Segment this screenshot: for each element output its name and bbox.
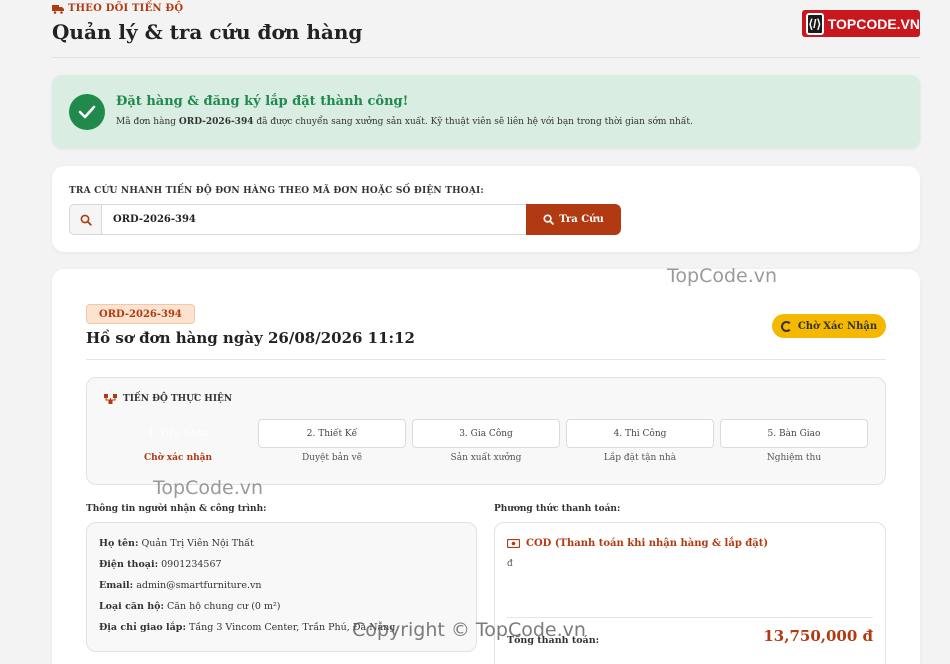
search-card: TRA CỨU NHANH TIẾN ĐỘ ĐƠN HÀNG THEO MÃ Đ… (52, 166, 920, 252)
status-badge: Chờ Xác Nhận (772, 314, 886, 338)
progress-box: TIẾN ĐỘ THỰC HIỆN 1. Tiếp Nhận 2. Thiết … (86, 377, 886, 485)
info-row-email: Email: admin@smartfurniture.vn (99, 580, 262, 591)
tasks-icon (104, 394, 117, 404)
step-1: 1. Tiếp Nhận (148, 428, 208, 439)
step-1-sub: Chờ xác nhận (143, 453, 213, 463)
page-header: THEO DÕI TIẾN ĐỘ Quản lý & tra cứu đơn h… (52, 0, 920, 58)
step-3-sub: Sản xuất xưởng (450, 453, 522, 463)
customer-info-box: Họ tên: Quản Trị Viên Nội Thất Điện thoạ… (86, 522, 477, 652)
page-title: Quản lý & tra cứu đơn hàng (52, 20, 363, 44)
alert-title: Đặt hàng & đăng ký lắp đặt thành công! (116, 94, 409, 109)
divider (86, 359, 886, 360)
search-label: TRA CỨU NHANH TIẾN ĐỘ ĐƠN HÀNG THEO MÃ Đ… (69, 186, 484, 196)
step-2-sub: Duyệt bản vẽ (301, 453, 363, 463)
search-button-icon (543, 214, 555, 225)
spinner-icon (780, 320, 792, 332)
total-label: Tổng thanh toán: (507, 635, 600, 646)
status-text: Chờ Xác Nhận (797, 320, 878, 332)
payment-box: COD (Thanh toán khi nhận hàng & lắp đặt)… (494, 522, 886, 664)
progress-title-text: TIẾN ĐỘ THỰC HIỆN (123, 394, 233, 404)
customer-section-label: Thông tin người nhận & công trình: (86, 504, 267, 514)
step-5-sub: Nghiệm thu (766, 453, 822, 463)
truck-icon (52, 4, 64, 14)
search-input[interactable] (101, 204, 527, 235)
info-row-phone: Điện thoại: 0901234567 (99, 559, 222, 570)
payment-method-text: COD (Thanh toán khi nhận hàng & lắp đặt) (526, 538, 769, 549)
info-row-address: Địa chỉ giao lắp: Tầng 3 Vincom Center, … (99, 622, 396, 633)
payment-note: đ (507, 559, 513, 569)
alert-msg-prefix: Mã đơn hàng (116, 117, 176, 127)
payment-divider (507, 617, 873, 618)
order-code-badge: ORD-2026-394 (86, 304, 195, 324)
step-4-sub: Lắp đặt tận nhà (603, 453, 677, 463)
search-button[interactable]: Tra Cứu (526, 204, 621, 235)
eyebrow: THEO DÕI TIẾN ĐỘ (52, 3, 183, 14)
info-row-type: Loại căn hộ: Căn hộ chung cư (0 m²) (99, 601, 281, 612)
topcode-logo[interactable]: ⟨/⟩ TOPCODE.VN (802, 10, 920, 37)
logo-text: TOPCODE.VN (827, 15, 920, 32)
payment-section-label: Phương thức thanh toán: (494, 504, 621, 514)
money-bill-icon (507, 539, 520, 548)
step-5: 5. Bàn Giao (720, 419, 868, 448)
alert-message: Mã đơn hàng ORD-2026-394 đã được chuyển … (116, 117, 693, 127)
step-4: 4. Thi Công (566, 419, 714, 448)
step-2: 2. Thiết Kế (258, 419, 406, 448)
eyebrow-text: THEO DÕI TIẾN ĐỘ (68, 3, 184, 14)
info-row-name: Họ tên: Quản Trị Viên Nội Thất (99, 538, 254, 549)
alert-msg-suffix: đã được chuyển sang xưởng sản xuất. Kỹ t… (256, 117, 693, 127)
check-circle-icon (69, 94, 105, 130)
logo-mark-icon: ⟨/⟩ (806, 12, 824, 35)
search-button-label: Tra Cứu (559, 214, 604, 225)
progress-title: TIẾN ĐỘ THỰC HIỆN (104, 394, 232, 404)
total-value: 13,750,000 đ (763, 627, 873, 645)
order-card: ORD-2026-394 Hồ sơ đơn hàng ngày 26/08/2… (52, 269, 920, 664)
step-3: 3. Gia Công (412, 419, 560, 448)
success-alert: Đặt hàng & đăng ký lắp đặt thành công! M… (52, 75, 920, 148)
order-title: Hồ sơ đơn hàng ngày 26/08/2026 11:12 (86, 329, 415, 347)
alert-order-code: ORD-2026-394 (178, 117, 254, 127)
payment-method: COD (Thanh toán khi nhận hàng & lắp đặt) (507, 538, 768, 549)
search-icon (69, 204, 102, 235)
